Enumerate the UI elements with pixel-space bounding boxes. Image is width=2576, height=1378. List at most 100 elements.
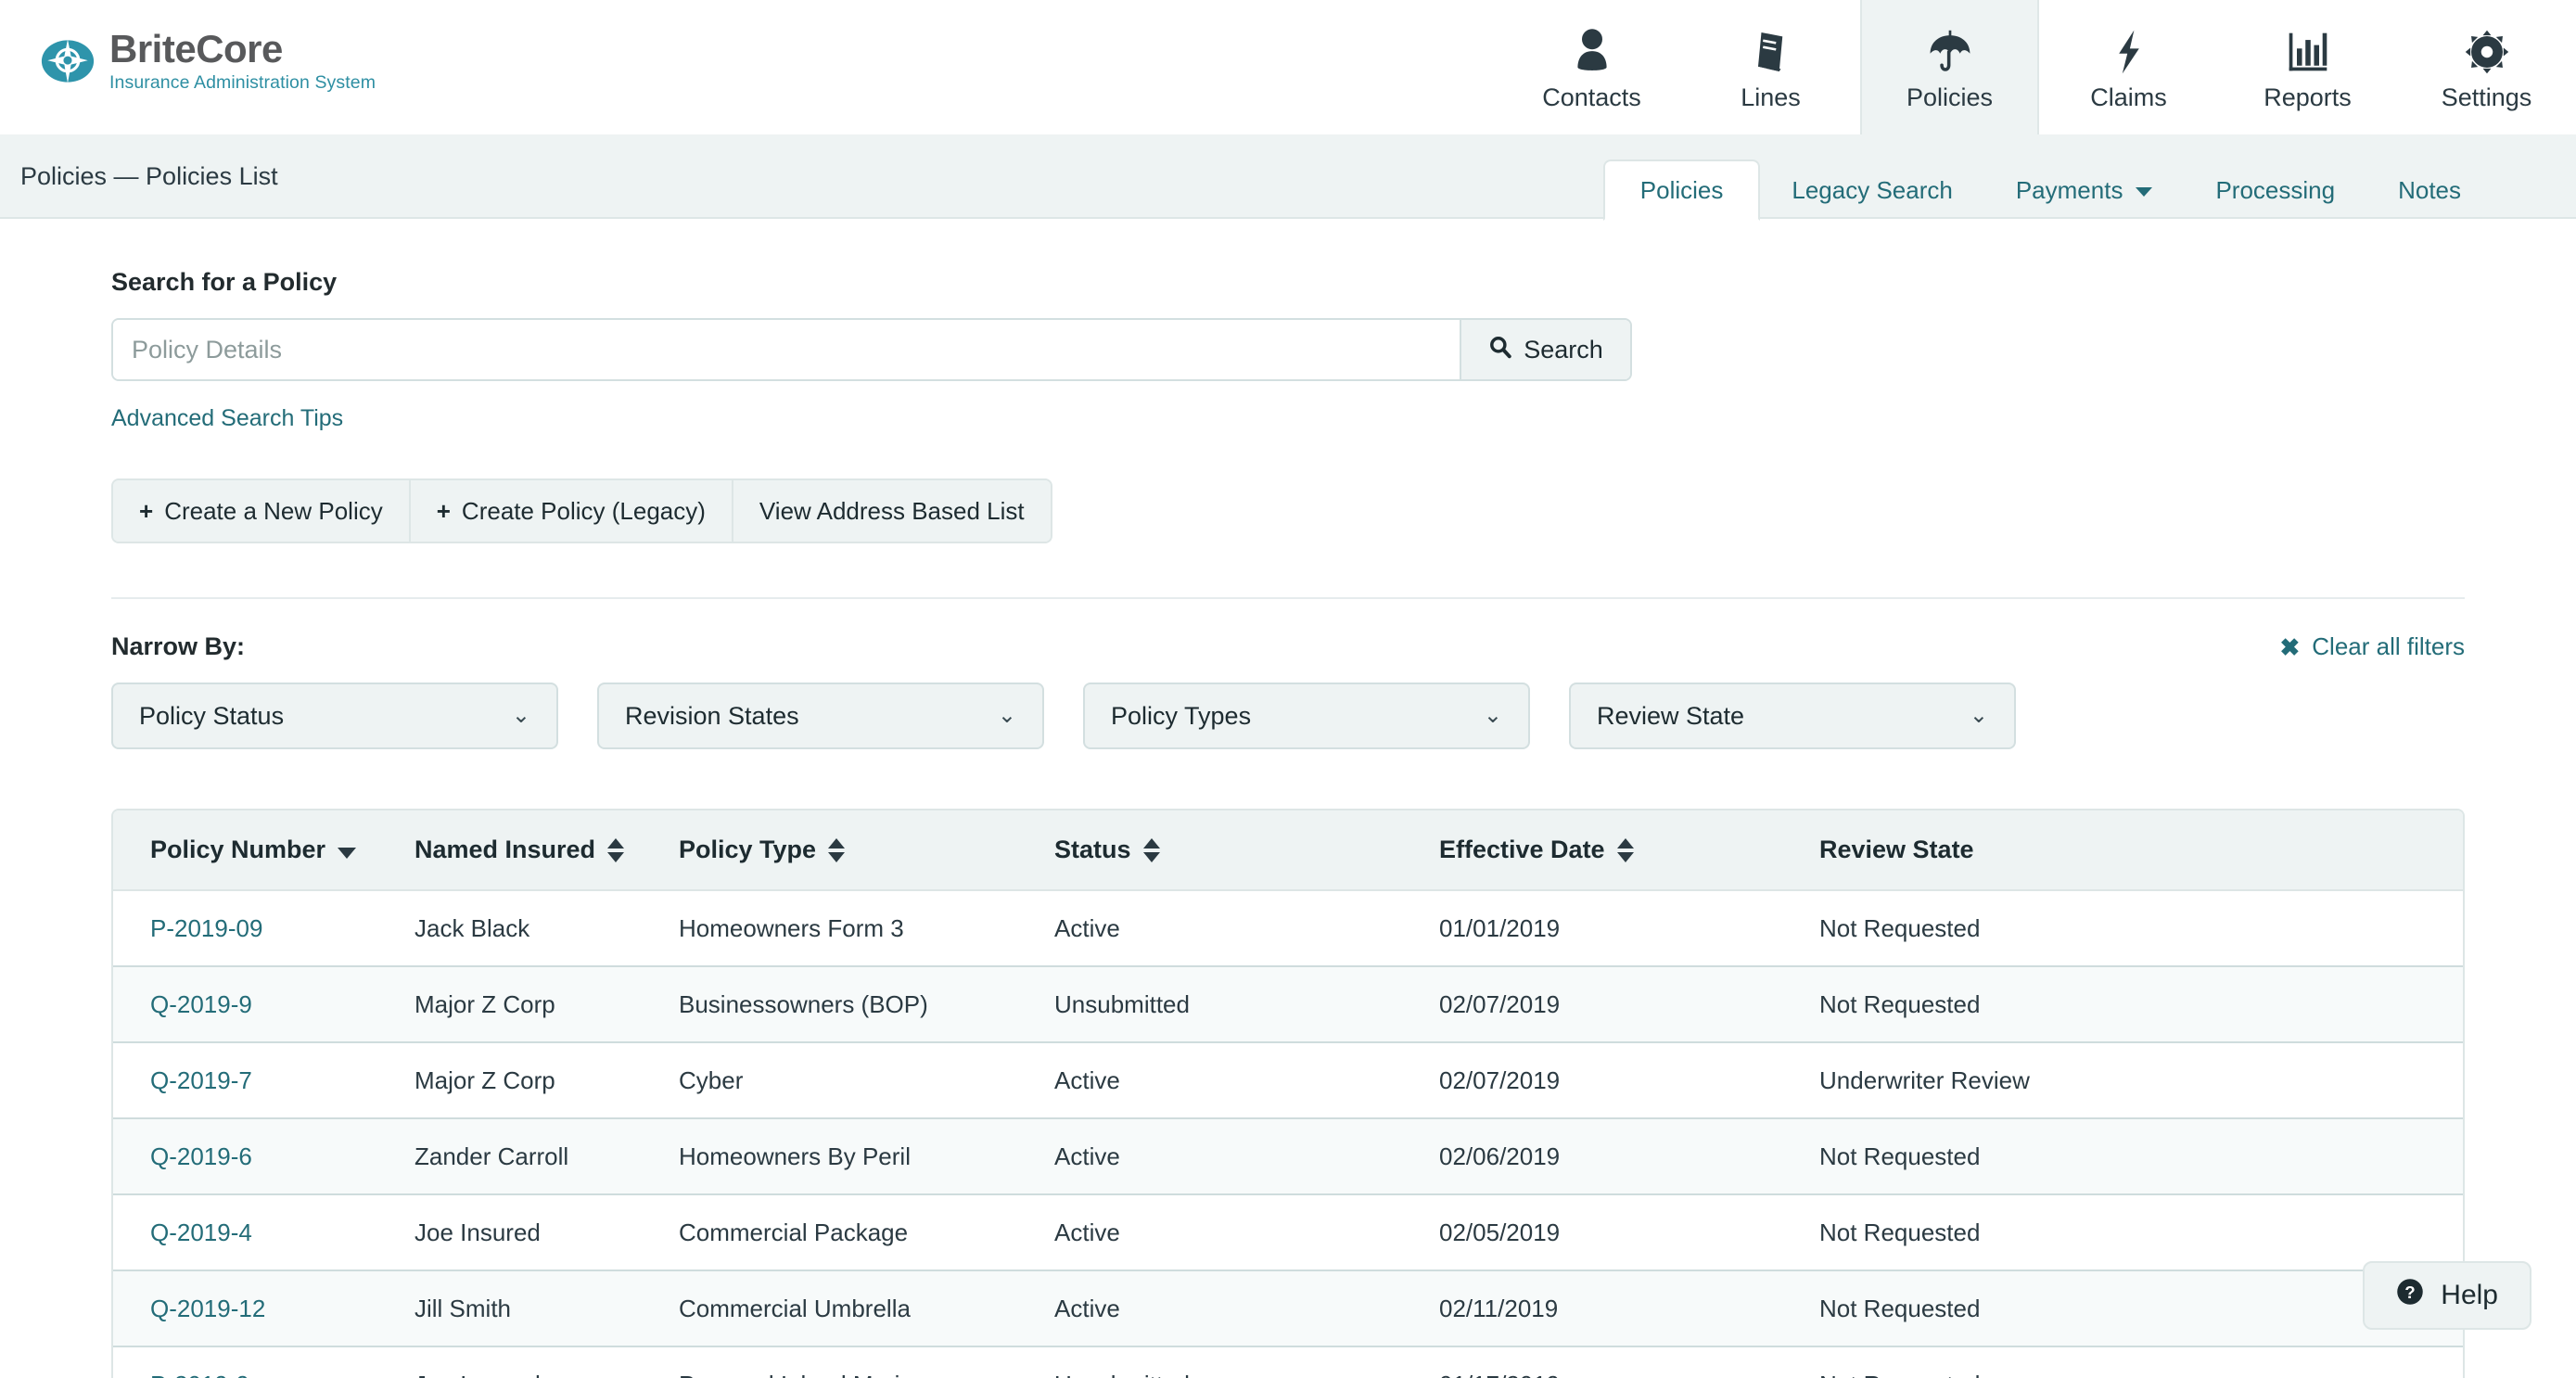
brand-logo[interactable]: BriteCore Insurance Administration Syste…	[0, 0, 376, 93]
nav-item-label: Lines	[1741, 85, 1801, 110]
advanced-search-tips-link[interactable]: Advanced Search Tips	[111, 405, 343, 432]
chevron-down-icon: ⌄	[998, 705, 1016, 727]
policy-link[interactable]: Q-2019-4	[150, 1219, 252, 1246]
narrow-by-header: Narrow By: ✖ Clear all filters	[111, 597, 2465, 661]
chevron-down-icon: ⌄	[1970, 705, 1988, 727]
nav-item-contacts[interactable]: Contacts	[1502, 0, 1681, 134]
chevron-down-icon	[2136, 187, 2152, 197]
cell-policy-number: P-2019-9	[113, 1346, 377, 1378]
nav-item-claims[interactable]: Claims	[2039, 0, 2218, 134]
brand-title: BriteCore	[109, 30, 376, 69]
clear-all-filters-button[interactable]: ✖ Clear all filters	[2279, 632, 2465, 661]
tab-legacy-search[interactable]: Legacy Search	[1760, 161, 1983, 219]
filter-review-state[interactable]: Review State ⌄	[1569, 683, 2016, 749]
cell-policy-type: Personal Inland Marine	[642, 1346, 1017, 1378]
clear-all-filters-label: Clear all filters	[2312, 632, 2465, 661]
nav-item-label: Policies	[1906, 85, 1993, 110]
cell-policy-number: P-2019-09	[113, 890, 377, 966]
cell-named-insured: Jill Smith	[377, 1270, 642, 1346]
table-row[interactable]: Q-2019-6 Zander Carroll Homeowners By Pe…	[113, 1118, 2463, 1194]
table-row[interactable]: Q-2019-7 Major Z Corp Cyber Active 02/07…	[113, 1042, 2463, 1118]
column-header-policy-type[interactable]: Policy Type	[642, 810, 1017, 890]
filter-label: Policy Status	[139, 702, 284, 731]
nav-item-settings[interactable]: Settings	[2397, 0, 2576, 134]
cell-status: Active	[1017, 1194, 1402, 1270]
sort-both-icon	[828, 838, 845, 862]
filter-policy-status[interactable]: Policy Status ⌄	[111, 683, 558, 749]
tab-label: Processing	[2215, 161, 2335, 219]
cell-status: Active	[1017, 890, 1402, 966]
cell-named-insured: Major Z Corp	[377, 1042, 642, 1118]
sort-both-icon	[1143, 838, 1160, 862]
cell-policy-type: Businessowners (BOP)	[642, 966, 1017, 1042]
filter-revision-states[interactable]: Revision States ⌄	[597, 683, 1044, 749]
cell-effective-date: 01/01/2019	[1402, 890, 1782, 966]
lightning-icon	[2112, 24, 2146, 76]
view-address-based-list-button[interactable]: View Address Based List	[733, 480, 1051, 542]
nav-item-lines[interactable]: Lines	[1681, 0, 1860, 134]
table-row[interactable]: P-2019-9 Joe Insured Personal Inland Mar…	[113, 1346, 2463, 1378]
cell-review-state: Underwriter Review	[1782, 1042, 2463, 1118]
column-label: Policy Number	[150, 836, 325, 864]
cell-policy-type: Homeowners By Peril	[642, 1118, 1017, 1194]
column-header-review-state: Review State	[1782, 810, 2463, 890]
tab-label: Legacy Search	[1792, 161, 1952, 219]
nav-item-policies[interactable]: Policies	[1860, 0, 2039, 134]
column-header-named-insured[interactable]: Named Insured	[377, 810, 642, 890]
filter-label: Policy Types	[1111, 702, 1251, 731]
cell-effective-date: 02/11/2019	[1402, 1270, 1782, 1346]
narrow-by-label: Narrow By:	[111, 632, 245, 661]
nav-item-reports[interactable]: Reports	[2218, 0, 2397, 134]
cell-policy-number: Q-2019-12	[113, 1270, 377, 1346]
help-button[interactable]: ? Help	[2363, 1261, 2531, 1330]
x-icon: ✖	[2279, 635, 2300, 659]
book-icon	[1752, 24, 1791, 76]
policy-action-button-group: + Create a New Policy + Create Policy (L…	[111, 478, 1052, 543]
cell-review-state: Not Requested	[1782, 890, 2463, 966]
sort-both-icon	[607, 838, 624, 862]
table-row[interactable]: Q-2019-4 Joe Insured Commercial Package …	[113, 1194, 2463, 1270]
cell-status: Unsubmitted	[1017, 1346, 1402, 1378]
policy-link[interactable]: Q-2019-9	[150, 990, 252, 1018]
column-header-effective-date[interactable]: Effective Date	[1402, 810, 1782, 890]
gear-icon	[2464, 24, 2510, 76]
tab-label: Notes	[2398, 161, 2461, 219]
table-row[interactable]: P-2019-09 Jack Black Homeowners Form 3 A…	[113, 890, 2463, 966]
cell-named-insured: Major Z Corp	[377, 966, 642, 1042]
column-header-policy-number[interactable]: Policy Number	[113, 810, 377, 890]
policy-link[interactable]: Q-2019-6	[150, 1142, 252, 1170]
policies-table: Policy Number Named Insured	[113, 810, 2463, 1378]
filter-policy-types[interactable]: Policy Types ⌄	[1083, 683, 1530, 749]
search-button[interactable]: Search	[1460, 320, 1630, 379]
person-icon	[1572, 24, 1613, 76]
cell-named-insured: Zander Carroll	[377, 1118, 642, 1194]
policy-link[interactable]: P-2019-9	[150, 1371, 249, 1378]
cell-review-state: Not Requested	[1782, 966, 2463, 1042]
table-header-row: Policy Number Named Insured	[113, 810, 2463, 890]
cell-status: Active	[1017, 1118, 1402, 1194]
tab-policies[interactable]: Policies	[1603, 159, 1761, 221]
nav-item-label: Reports	[2264, 85, 2352, 110]
create-policy-legacy-button[interactable]: + Create Policy (Legacy)	[411, 480, 733, 542]
table-row[interactable]: Q-2019-12 Jill Smith Commercial Umbrella…	[113, 1270, 2463, 1346]
umbrella-icon	[1927, 24, 1973, 76]
table-row[interactable]: Q-2019-9 Major Z Corp Businessowners (BO…	[113, 966, 2463, 1042]
brand-subtitle: Insurance Administration System	[109, 74, 376, 93]
policy-link[interactable]: Q-2019-12	[150, 1295, 265, 1322]
create-new-policy-button[interactable]: + Create a New Policy	[113, 480, 411, 542]
column-header-status[interactable]: Status	[1017, 810, 1402, 890]
tab-processing[interactable]: Processing	[2184, 161, 2366, 219]
button-label: View Address Based List	[759, 497, 1025, 526]
compass-rose-icon	[41, 34, 95, 88]
cell-policy-type: Cyber	[642, 1042, 1017, 1118]
column-label: Named Insured	[414, 836, 595, 864]
policy-link[interactable]: Q-2019-7	[150, 1066, 252, 1094]
tab-notes[interactable]: Notes	[2366, 161, 2493, 219]
policy-link[interactable]: P-2019-09	[150, 914, 262, 942]
filter-dropdown-row: Policy Status ⌄ Revision States ⌄ Policy…	[111, 683, 2465, 749]
plus-icon: +	[139, 499, 153, 523]
cell-review-state: Not Requested	[1782, 1194, 2463, 1270]
search-input[interactable]	[113, 320, 1460, 379]
policies-table-body: P-2019-09 Jack Black Homeowners Form 3 A…	[113, 890, 2463, 1378]
tab-payments[interactable]: Payments	[1984, 161, 2185, 219]
